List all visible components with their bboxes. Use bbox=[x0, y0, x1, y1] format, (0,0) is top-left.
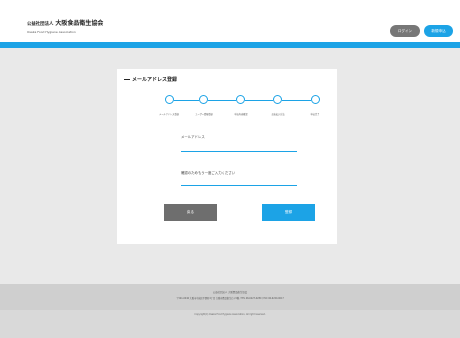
site-header: 公益社団法人 大阪食品衛生協会 Osaka Food Hygiene Associ… bbox=[0, 0, 460, 42]
step-1-label: メールアドレス登録 bbox=[159, 113, 179, 116]
site-logo[interactable]: 公益社団法人 大阪食品衛生協会 bbox=[27, 21, 103, 28]
stepper-connector bbox=[282, 100, 311, 101]
step-3-circle bbox=[236, 95, 245, 104]
logo-english-name: Osaka Food Hygiene Association bbox=[27, 30, 76, 34]
step-4-label: お支払い方法 bbox=[271, 113, 285, 116]
logo-org-type: 公益社団法人 bbox=[27, 22, 54, 27]
stepper-connector bbox=[208, 100, 236, 101]
footer-org-name: 公益社団法人 大阪食品衛生協会 bbox=[212, 291, 248, 294]
registration-card: メールアドレス登録 メールアドレス登録 ユーザー情報登録 申込内容確認 お支払い… bbox=[117, 69, 337, 244]
header-accent-band bbox=[0, 42, 460, 48]
title-dash bbox=[124, 79, 130, 80]
submit-button[interactable]: 登録 bbox=[262, 204, 315, 221]
logo-org-name: 大阪食品衛生協会 bbox=[55, 20, 104, 27]
stepper-connector bbox=[245, 100, 273, 101]
back-button[interactable]: 戻る bbox=[164, 204, 217, 221]
step-5-circle bbox=[311, 95, 320, 104]
page-title: メールアドレス登録 bbox=[124, 76, 177, 83]
email-confirm-field[interactable] bbox=[181, 176, 297, 186]
step-1-circle bbox=[165, 95, 174, 104]
login-button[interactable]: ログイン bbox=[390, 25, 420, 37]
step-4-circle bbox=[273, 95, 282, 104]
footer-address: 〒541-0046 大阪市中央区平野町4丁目 大阪府食品衛生ビル5階 / TEL… bbox=[176, 297, 284, 300]
email-confirm-label: 確認のためもう一度ご入力ください bbox=[181, 171, 236, 175]
step-5-label: 申込完了 bbox=[310, 113, 320, 116]
copyright-text: Copyright(C) Osaka Food Hygiene Associat… bbox=[194, 313, 266, 316]
register-button[interactable]: 新規申込 bbox=[424, 25, 453, 37]
step-2-circle bbox=[199, 95, 208, 104]
email-label: メールアドレス bbox=[181, 135, 205, 139]
page-title-text: メールアドレス登録 bbox=[132, 77, 178, 83]
step-3-label: 申込内容確認 bbox=[234, 113, 248, 116]
stepper-connector bbox=[174, 100, 199, 101]
email-field[interactable] bbox=[181, 142, 297, 152]
step-2-label: ユーザー情報登録 bbox=[195, 113, 213, 116]
